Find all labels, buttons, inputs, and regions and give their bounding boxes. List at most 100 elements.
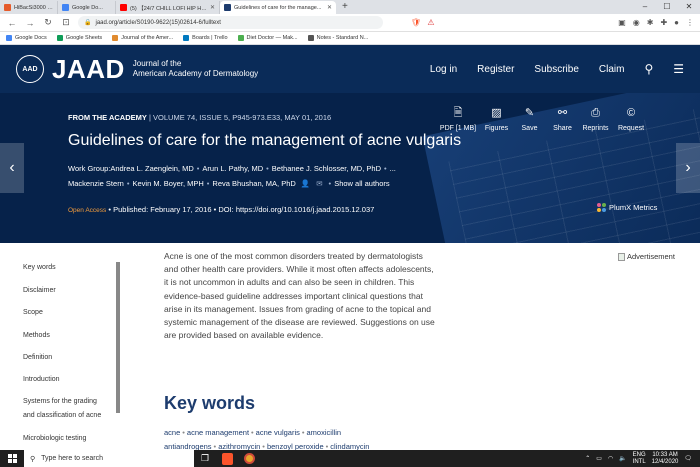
pdf-icon: 🗎 bbox=[453, 107, 463, 119]
author-name[interactable]: Work Group:Andrea L. Zaenglein, MD bbox=[68, 164, 194, 173]
issue-info[interactable]: VOLUME 74, ISSUE 5, P945-973.E33, MAY 01… bbox=[153, 113, 331, 122]
toc-item-disclaimer[interactable]: Disclaimer bbox=[23, 287, 56, 294]
doi-link[interactable]: DOI: https://doi.org/10.1016/j.jaad.2015… bbox=[218, 205, 374, 214]
network-icon[interactable]: ▭ bbox=[596, 455, 602, 462]
volume-icon[interactable]: 🔈 bbox=[619, 455, 626, 462]
advertisement[interactable]: Advertisement bbox=[618, 252, 675, 261]
toc-item-methods[interactable]: Methods bbox=[23, 332, 50, 339]
share-button[interactable]: ⚯ Share bbox=[546, 107, 579, 132]
show-all-authors-link[interactable]: Show all authors bbox=[334, 179, 389, 188]
request-button[interactable]: © Request bbox=[612, 107, 650, 132]
toc-item-definition[interactable]: Definition bbox=[23, 354, 52, 361]
author-name[interactable]: Arun L. Pathy, MD bbox=[202, 164, 263, 173]
chrome-taskbar-icon[interactable] bbox=[238, 450, 260, 467]
toc-item-introduction[interactable]: Introduction bbox=[23, 376, 60, 383]
reprints-button[interactable]: ⎙ Reprints bbox=[579, 107, 612, 132]
clock[interactable]: 10:33 AM 12/4/2020 bbox=[652, 452, 679, 466]
claim-link[interactable]: Claim bbox=[599, 64, 625, 75]
brave-taskbar-icon[interactable] bbox=[216, 450, 238, 467]
browser-tab-1[interactable]: HiBacSi3000 - Retinol bbox=[0, 1, 58, 14]
tab-favicon bbox=[4, 4, 11, 11]
bookmark-google-sheets[interactable]: Google Sheets bbox=[56, 35, 102, 41]
chevron-right-icon[interactable]: › bbox=[676, 143, 700, 193]
bookmark-diet-doctor[interactable]: Diet Doctor — Mak... bbox=[237, 35, 298, 41]
keyword-line: acne • acne management • acne vulgaris • amoxi… bbox=[164, 426, 464, 440]
toc-item-grading-systems-cont[interactable]: and classification of acne bbox=[23, 412, 101, 419]
save-button[interactable]: ✎ Save bbox=[513, 107, 546, 132]
jaad-logo[interactable]: JAAD bbox=[52, 54, 125, 85]
puzzle-icon[interactable]: ✚ bbox=[660, 18, 667, 27]
login-link[interactable]: Log in bbox=[430, 64, 457, 75]
keyword-link[interactable]: acne management bbox=[187, 428, 249, 437]
bookmark-favicon bbox=[6, 35, 12, 41]
toc-item-grading-systems[interactable]: Systems for the grading bbox=[23, 398, 97, 405]
bookmark-page-icon[interactable]: ⊡ bbox=[60, 17, 72, 28]
bookmark-notes[interactable]: Notes - Standard N... bbox=[307, 35, 368, 41]
toc-item-key-words[interactable]: Key words bbox=[23, 264, 56, 271]
brave-shield-icon[interactable]: 🛡 bbox=[411, 18, 421, 27]
task-view-icon[interactable]: ❐ bbox=[194, 450, 216, 467]
subtitle-line: American Academy of Dermatology bbox=[132, 69, 259, 78]
close-icon[interactable]: ✕ bbox=[327, 4, 332, 11]
register-link[interactable]: Register bbox=[477, 64, 514, 75]
extension-icon-2[interactable]: ◉ bbox=[633, 18, 640, 27]
browser-tab-active[interactable]: Guidelines of care for the manage... ✕ bbox=[220, 1, 336, 14]
journal-subtitle: Journal of the American Academy of Derma… bbox=[133, 59, 258, 79]
bookmarks-bar: Google Docs Google Sheets Journal of the… bbox=[0, 32, 700, 45]
taskbar-search[interactable]: ⚲ Type here to search bbox=[24, 450, 194, 467]
toc-item-microbiologic-testing[interactable]: Microbiologic testing bbox=[23, 435, 86, 442]
author-more[interactable]: ... bbox=[390, 164, 396, 173]
lang-layout: INTL bbox=[632, 458, 646, 465]
extension-icon-3[interactable]: ✱ bbox=[647, 18, 654, 27]
bookmark-label: Boards | Trello bbox=[192, 35, 228, 41]
close-window-icon[interactable]: ✕ bbox=[678, 0, 700, 14]
email-icon[interactable]: ✉ bbox=[316, 179, 322, 188]
wifi-icon[interactable]: ◠ bbox=[608, 455, 613, 462]
bookmark-google-docs[interactable]: Google Docs bbox=[6, 35, 47, 41]
toc-item-scope[interactable]: Scope bbox=[23, 309, 43, 316]
keyword-separator: • bbox=[301, 428, 305, 437]
menu-dots-icon[interactable]: ⋮ bbox=[686, 18, 694, 27]
lang-code: ENG bbox=[632, 451, 646, 458]
author-name[interactable]: Mackenzie Stern bbox=[68, 179, 124, 188]
profile-icon[interactable]: ● bbox=[674, 18, 679, 27]
extension-icon-1[interactable]: ▣ bbox=[618, 18, 626, 27]
author-name[interactable]: Kevin M. Boyer, MPH bbox=[133, 179, 204, 188]
warning-icon[interactable]: ⚠ bbox=[426, 18, 436, 27]
maximize-icon[interactable]: ☐ bbox=[656, 0, 678, 14]
forward-icon[interactable]: → bbox=[24, 18, 36, 28]
toc-scrollbar[interactable] bbox=[116, 262, 120, 413]
author-name[interactable]: Bethanee J. Schlosser, MD, PhD bbox=[272, 164, 381, 173]
tray-chevron-icon[interactable]: ⌃ bbox=[585, 455, 590, 462]
browser-tab-2[interactable]: Google Do... bbox=[58, 1, 116, 14]
close-icon[interactable]: ✕ bbox=[210, 4, 215, 11]
article-section[interactable]: FROM THE ACADEMY bbox=[68, 113, 147, 122]
bookmark-favicon bbox=[183, 35, 190, 41]
keyword-link[interactable]: acne vulgaris bbox=[256, 428, 300, 437]
input-language[interactable]: ENG INTL bbox=[633, 452, 646, 466]
browser-tab-3[interactable]: (5) 【24/7 CHILL LOFI HIP HOP ✕ bbox=[116, 1, 220, 14]
start-button[interactable] bbox=[0, 450, 24, 467]
author-name[interactable]: Reva Bhushan, MA, PhD bbox=[212, 179, 295, 188]
plumx-metrics-link[interactable]: PlumX Metrics bbox=[597, 203, 657, 212]
bookmark-trello[interactable]: Boards | Trello bbox=[183, 35, 228, 41]
key-words-heading: Key words bbox=[164, 393, 256, 413]
keyword-link[interactable]: amoxicillin bbox=[307, 428, 342, 437]
aad-logo[interactable]: AAD bbox=[16, 55, 44, 83]
header-nav: Log in Register Subscribe Claim ⚲ ☰ bbox=[430, 62, 684, 76]
search-icon[interactable]: ⚲ bbox=[644, 62, 653, 76]
address-bar[interactable]: 🔒 jaad.org/article/S0190-9622(15)02614-6… bbox=[78, 16, 383, 29]
chevron-left-icon[interactable]: ‹ bbox=[0, 143, 24, 193]
figures-button[interactable]: ▨ Figures bbox=[480, 107, 513, 132]
pdf-button[interactable]: 🗎 PDF [1 MB] bbox=[436, 107, 480, 132]
reload-icon[interactable]: ↻ bbox=[42, 17, 54, 28]
minimize-icon[interactable]: – bbox=[634, 0, 656, 14]
new-tab-button[interactable]: + bbox=[336, 1, 354, 14]
plumx-label: PlumX Metrics bbox=[609, 203, 658, 212]
subscribe-link[interactable]: Subscribe bbox=[534, 64, 578, 75]
back-icon[interactable]: ← bbox=[6, 18, 18, 28]
bookmark-journal[interactable]: Journal of the Amer... bbox=[112, 35, 173, 41]
menu-icon[interactable]: ☰ bbox=[673, 62, 684, 76]
keyword-link[interactable]: acne bbox=[164, 428, 180, 437]
notifications-icon[interactable]: 🗨 bbox=[684, 455, 692, 462]
